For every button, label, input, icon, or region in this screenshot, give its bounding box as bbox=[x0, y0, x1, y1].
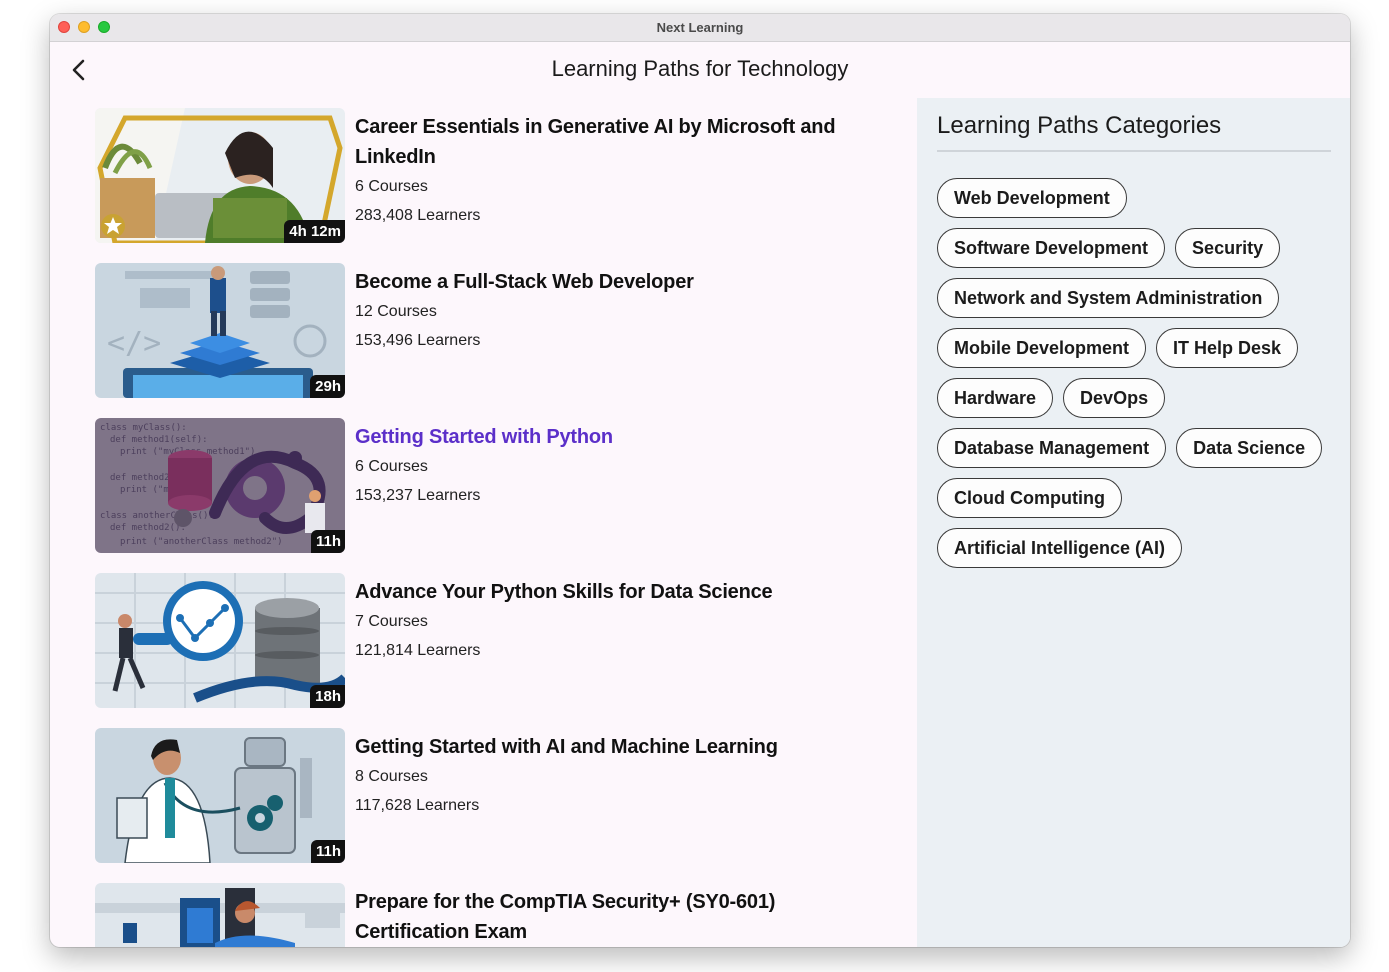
learning-path-item[interactable]: 18h Advance Your Python Skills for Data … bbox=[95, 573, 915, 708]
category-chip-database-management[interactable]: Database Management bbox=[937, 428, 1167, 468]
categories-sidebar: Learning Paths Categories Web Developmen… bbox=[917, 98, 1350, 947]
learning-path-item[interactable]: Prepare for the CompTIA Security+ (SY0-6… bbox=[95, 883, 915, 947]
course-count: 8 Courses bbox=[355, 768, 428, 785]
page-title: Learning Paths for Technology bbox=[551, 56, 849, 81]
category-chip-devops[interactable]: DevOps bbox=[1063, 378, 1166, 418]
path-title[interactable]: Career Essentials in Generative AI by Mi… bbox=[355, 112, 855, 172]
category-chip-network-and-system-administration[interactable]: Network and System Administration bbox=[937, 278, 1280, 318]
path-thumbnail bbox=[95, 883, 345, 947]
category-chip-web-development[interactable]: Web Development bbox=[937, 178, 1127, 218]
path-thumbnail: 4h 12m bbox=[95, 108, 345, 243]
svg-text:class anotherClass():: class anotherClass(): bbox=[100, 511, 214, 521]
learning-path-item[interactable]: 11h Getting Started with AI and Machine … bbox=[95, 728, 915, 863]
path-title[interactable]: Advance Your Python Skills for Data Scie… bbox=[355, 577, 855, 607]
path-title[interactable]: Become a Full-Stack Web Developer bbox=[355, 267, 855, 297]
app-window: Next Learning Learning Paths for Technol… bbox=[50, 14, 1350, 947]
path-thumbnail: </> 29h bbox=[95, 263, 345, 398]
path-title[interactable]: Prepare for the CompTIA Security+ (SY0-6… bbox=[355, 887, 855, 947]
category-chip-data-science[interactable]: Data Science bbox=[1176, 428, 1323, 468]
path-thumbnail: class myClass(): def method1(self): prin… bbox=[95, 418, 345, 553]
learner-count: 283,408 Learners bbox=[355, 207, 481, 224]
learner-count: 153,237 Learners bbox=[355, 487, 481, 504]
category-chip-mobile-development[interactable]: Mobile Development bbox=[937, 328, 1147, 368]
title-bar: Next Learning bbox=[50, 14, 1350, 42]
duration-badge: 11h bbox=[310, 530, 345, 553]
close-window-button[interactable] bbox=[58, 21, 70, 33]
duration-badge: 4h 12m bbox=[284, 220, 345, 243]
category-chip-software-development[interactable]: Software Development bbox=[937, 228, 1166, 268]
category-chip-artificial-intelligence[interactable]: Artificial Intelligence (AI) bbox=[937, 528, 1183, 568]
learning-path-item[interactable]: class myClass(): def method1(self): prin… bbox=[95, 418, 915, 553]
course-count: 12 Courses bbox=[355, 303, 437, 320]
window-controls bbox=[58, 21, 110, 33]
category-chip-it-help-desk[interactable]: IT Help Desk bbox=[1156, 328, 1299, 368]
duration-badge: 11h bbox=[310, 840, 345, 863]
course-count: 7 Courses bbox=[355, 613, 428, 630]
minimize-window-button[interactable] bbox=[78, 21, 90, 33]
category-chip-list: Web Development Software Development Sec… bbox=[937, 178, 1337, 578]
learner-count: 117,628 Learners bbox=[355, 797, 480, 814]
window-title: Next Learning bbox=[656, 20, 744, 35]
learner-count: 121,814 Learners bbox=[355, 642, 481, 659]
course-count: 6 Courses bbox=[355, 178, 428, 195]
path-title[interactable]: Getting Started with AI and Machine Lear… bbox=[355, 732, 855, 762]
path-thumbnail: 18h bbox=[95, 573, 345, 708]
duration-badge: 18h bbox=[310, 685, 345, 708]
course-count: 6 Courses bbox=[355, 458, 428, 475]
zoom-window-button[interactable] bbox=[98, 21, 110, 33]
path-title[interactable]: Getting Started with Python bbox=[355, 422, 855, 452]
svg-text:class myClass():: class myClass(): bbox=[100, 423, 187, 433]
duration-badge: 29h bbox=[310, 375, 345, 398]
category-chip-cloud-computing[interactable]: Cloud Computing bbox=[937, 478, 1122, 518]
category-chip-security[interactable]: Security bbox=[1175, 228, 1281, 268]
learning-path-item[interactable]: </> 29h Become a Full-Stack Web Develope… bbox=[95, 263, 915, 398]
sidebar-title: Learning Paths Categories bbox=[937, 112, 1222, 139]
svg-text:</>: </> bbox=[107, 326, 161, 361]
svg-text:def method1(self):: def method1(self): bbox=[110, 435, 208, 445]
learning-path-item[interactable]: 4h 12m Career Essentials in Generative A… bbox=[95, 108, 915, 243]
svg-text:print ("anotherClass method2"): print ("anotherClass method2") bbox=[120, 537, 283, 547]
category-chip-hardware[interactable]: Hardware bbox=[937, 378, 1054, 418]
path-thumbnail: 11h bbox=[95, 728, 345, 863]
svg-text:def method2():: def method2(): bbox=[110, 523, 186, 533]
learner-count: 153,496 Learners bbox=[355, 332, 481, 349]
sidebar-divider bbox=[937, 150, 1331, 152]
